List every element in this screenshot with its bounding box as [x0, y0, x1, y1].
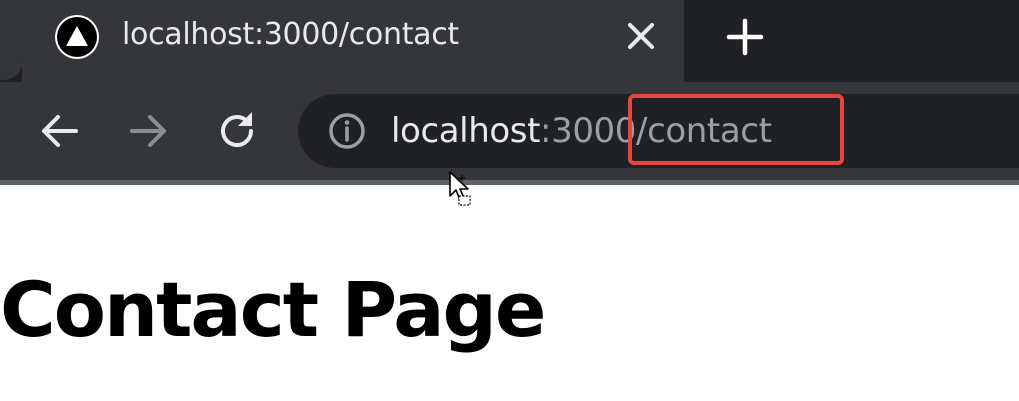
- close-icon[interactable]: [620, 15, 662, 57]
- vercel-triangle-icon: [55, 15, 99, 59]
- tab-strip: localhost:3000/contact: [0, 0, 1019, 82]
- active-tab[interactable]: localhost:3000/contact: [22, 0, 684, 82]
- info-icon[interactable]: [328, 112, 366, 150]
- reload-icon[interactable]: [215, 109, 259, 153]
- tab-title: localhost:3000/contact: [122, 17, 459, 52]
- page-title: Contact Page: [0, 265, 546, 354]
- move-cursor-icon: [448, 170, 474, 208]
- url-port: :3000: [540, 111, 637, 151]
- arrow-left-icon[interactable]: [38, 109, 82, 153]
- plus-icon[interactable]: [722, 14, 768, 60]
- url-host: localhost: [391, 111, 541, 151]
- toolbar-divider: [0, 180, 1019, 185]
- url-path-highlight: [628, 94, 844, 165]
- arrow-right-icon[interactable]: [126, 109, 170, 153]
- previous-tab-edge[interactable]: [0, 0, 22, 80]
- browser-toolbar: localhost:3000/contact: [0, 82, 1019, 180]
